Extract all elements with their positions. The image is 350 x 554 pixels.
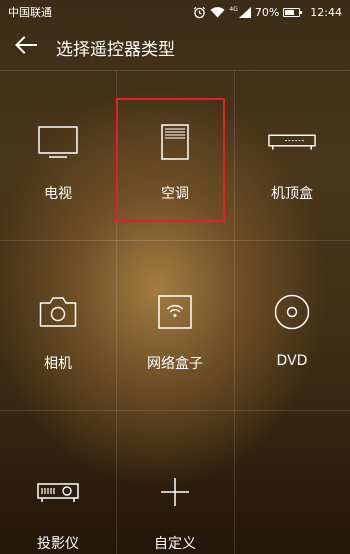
network-box-icon	[151, 292, 199, 332]
device-label: 相机	[44, 356, 72, 372]
device-tile-air-conditioner[interactable]: 空调	[116, 70, 234, 240]
cellular-signal-icon: 4G	[229, 5, 251, 18]
status-bar: 中国联通 4G 70% 12:44	[0, 0, 350, 24]
device-label: 网络盒子	[147, 356, 203, 372]
battery-level-fill	[285, 9, 294, 15]
device-label: 空调	[161, 186, 189, 202]
device-label: 自定义	[154, 536, 196, 552]
plus-icon	[151, 472, 199, 512]
clock-time: 12:44	[310, 5, 342, 19]
wifi-icon	[210, 6, 225, 18]
device-tile-projector[interactable]: 投影仪	[0, 410, 116, 554]
battery-percent: 70%	[254, 5, 280, 19]
camera-icon	[34, 292, 82, 332]
app-bar: 选择遥控器类型	[0, 24, 350, 70]
alarm-icon	[193, 6, 206, 19]
air-conditioner-icon	[151, 122, 199, 162]
device-type-grid: 电视 空调 机顶盒 相机 网络盒子 DVD 投影仪 自定义	[0, 70, 350, 554]
device-tile-network-box[interactable]: 网络盒子	[116, 240, 234, 410]
device-label: 电视	[44, 186, 72, 202]
signal-tag: 4G	[229, 5, 238, 13]
device-label: 机顶盒	[271, 186, 313, 202]
arrow-left-icon	[15, 36, 37, 58]
device-label: DVD	[276, 353, 308, 369]
battery-icon	[283, 7, 303, 17]
device-tile-set-top-box[interactable]: 机顶盒	[234, 70, 350, 240]
page-title: 选择遥控器类型	[56, 39, 175, 60]
carrier-name: 中国联通	[8, 6, 52, 19]
device-tile-tv[interactable]: 电视	[0, 70, 116, 240]
back-button[interactable]	[4, 24, 48, 70]
projector-icon	[34, 472, 82, 512]
device-tile-dvd[interactable]: DVD	[234, 240, 350, 410]
device-tile-camera[interactable]: 相机	[0, 240, 116, 410]
status-icons: 4G 70% 12:44	[193, 6, 342, 19]
dvd-disc-icon	[268, 292, 316, 332]
set-top-box-icon	[268, 122, 316, 162]
tv-icon	[34, 122, 82, 162]
device-tile-custom[interactable]: 自定义	[116, 410, 234, 554]
device-label: 投影仪	[37, 536, 79, 552]
